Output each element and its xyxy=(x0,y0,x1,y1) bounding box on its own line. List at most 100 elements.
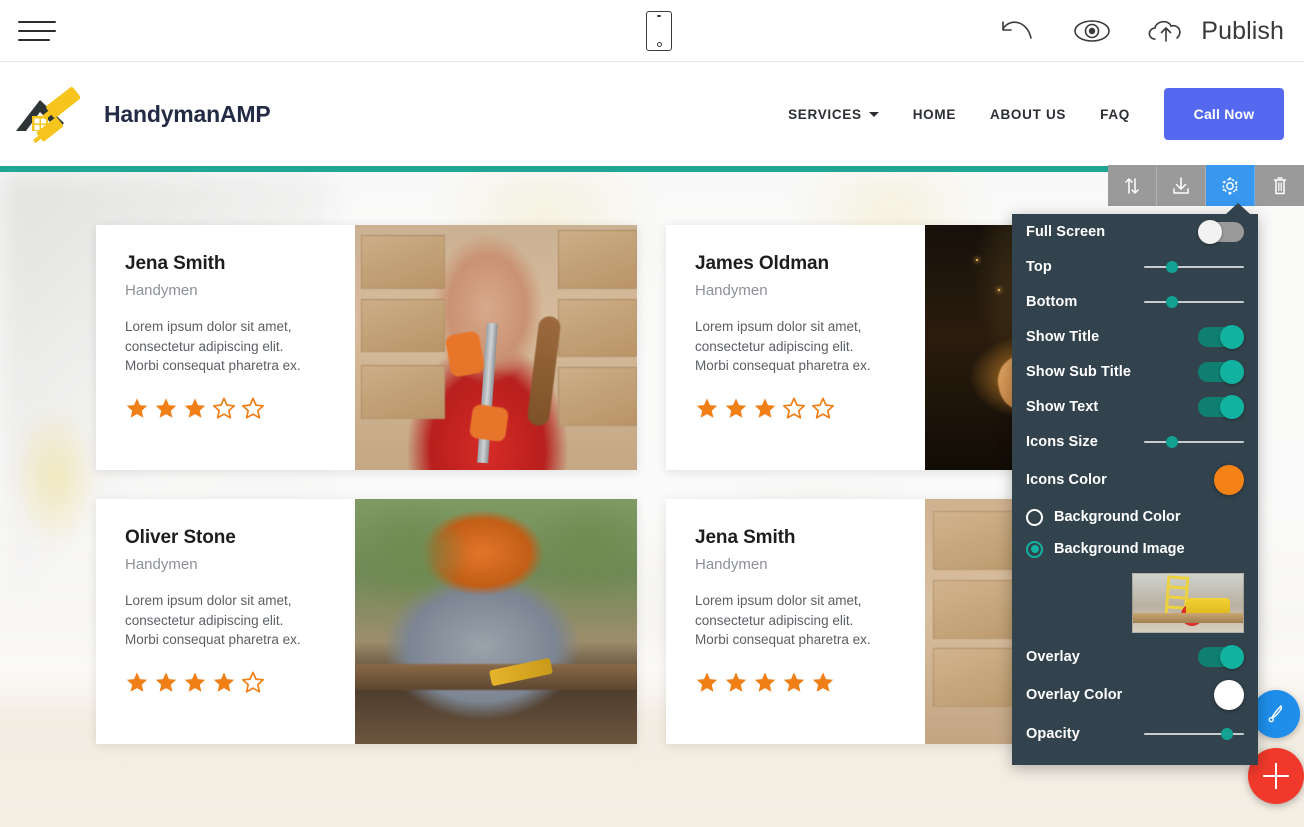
nav-item-services[interactable]: SERVICES xyxy=(788,107,879,122)
cloud-upload-icon xyxy=(1148,20,1181,42)
star-filled-icon xyxy=(725,397,747,418)
house-paint-roller-logo-icon xyxy=(10,83,92,145)
undo-arrow-icon xyxy=(1002,21,1033,39)
preview-button[interactable] xyxy=(1069,16,1115,46)
undo-button[interactable] xyxy=(995,16,1041,46)
setting-row-overlay-color: Overlay Color xyxy=(1026,674,1244,716)
setting-label: Show Text xyxy=(1026,398,1099,415)
card-subtitle: Handymen xyxy=(125,282,198,299)
publish-button[interactable]: Publish xyxy=(1143,15,1284,47)
setting-label: Show Title xyxy=(1026,328,1100,345)
opacity-slider[interactable] xyxy=(1144,725,1244,743)
option-label: Background Color xyxy=(1054,509,1181,525)
brand[interactable]: HandymanAMP xyxy=(10,83,271,145)
card-title: Oliver Stone xyxy=(125,527,236,548)
rating-stars[interactable] xyxy=(125,670,355,694)
star-filled-icon xyxy=(213,671,235,692)
icons-size-slider[interactable] xyxy=(1144,433,1244,451)
rating-stars[interactable] xyxy=(695,670,925,694)
delete-section-button[interactable] xyxy=(1255,165,1304,206)
table-row[interactable]: Jena Smith Handymen Lorem ipsum dolor si… xyxy=(96,225,637,470)
card-body: Oliver Stone Handymen Lorem ipsum dolor … xyxy=(96,499,355,744)
card-text: Lorem ipsum dolor sit amet, consectetur … xyxy=(695,593,871,647)
background-image-thumbnail[interactable] xyxy=(1132,573,1244,633)
design-button[interactable] xyxy=(1252,690,1300,738)
nav-item-faq[interactable]: FAQ xyxy=(1100,107,1130,122)
card-text: Lorem ipsum dolor sit amet, consectetur … xyxy=(125,319,301,373)
rating-stars[interactable] xyxy=(125,396,355,420)
full-screen-toggle[interactable] xyxy=(1198,219,1244,244)
background-image-thumbnail-wrap xyxy=(1026,565,1244,639)
star-filled-icon xyxy=(126,671,148,692)
show-title-toggle[interactable] xyxy=(1198,324,1244,349)
setting-row-bottom: Bottom xyxy=(1026,284,1244,319)
up-down-arrows-icon xyxy=(1125,177,1139,194)
card-subtitle: Handymen xyxy=(125,556,198,573)
panel-pointer xyxy=(1226,203,1250,214)
top-slider[interactable] xyxy=(1144,258,1244,276)
background-image-option[interactable]: Background Image xyxy=(1026,533,1244,565)
background-color-option[interactable]: Background Color xyxy=(1026,501,1244,533)
move-section-button[interactable] xyxy=(1108,165,1157,206)
star-filled-icon xyxy=(725,671,747,692)
trash-icon xyxy=(1273,176,1286,194)
mobile-device-icon[interactable] xyxy=(646,11,672,51)
show-text-toggle[interactable] xyxy=(1198,394,1244,419)
nav-item-about-us[interactable]: ABOUT US xyxy=(990,107,1066,122)
card-subtitle: Handymen xyxy=(695,282,768,299)
card-body: Jena Smith Handymen Lorem ipsum dolor si… xyxy=(96,225,355,470)
nav-label: SERVICES xyxy=(788,106,862,122)
section-settings-button[interactable] xyxy=(1206,165,1255,206)
chevron-down-icon xyxy=(868,111,879,117)
star-filled-icon xyxy=(126,397,148,418)
option-label: Background Image xyxy=(1054,541,1185,557)
radio-unselected-icon xyxy=(1026,508,1043,526)
radio-selected-icon xyxy=(1026,540,1043,558)
star-outline-icon xyxy=(241,397,265,419)
star-filled-icon xyxy=(155,671,177,692)
save-section-button[interactable] xyxy=(1157,165,1206,206)
setting-row-full-screen: Full Screen xyxy=(1026,214,1244,249)
setting-row-icons-color: Icons Color xyxy=(1026,459,1244,501)
icons-color-swatch[interactable] xyxy=(1214,465,1244,495)
setting-row-icons-size: Icons Size xyxy=(1026,424,1244,459)
bottom-slider[interactable] xyxy=(1144,293,1244,311)
setting-label: Overlay Color xyxy=(1026,687,1123,703)
star-filled-icon xyxy=(754,397,776,418)
setting-label: Top xyxy=(1026,258,1052,275)
publish-label: Publish xyxy=(1201,16,1284,45)
card-photo xyxy=(355,225,637,470)
table-row[interactable]: Oliver Stone Handymen Lorem ipsum dolor … xyxy=(96,499,637,744)
nav-item-home[interactable]: HOME xyxy=(913,107,956,122)
section-settings-panel: Full Screen Top Bottom Show Title Show S… xyxy=(1012,203,1258,765)
eye-preview-icon xyxy=(1074,20,1111,42)
card-photo xyxy=(355,499,637,744)
star-filled-icon xyxy=(696,397,718,418)
card-title: Jena Smith xyxy=(695,527,796,548)
card-title: Jena Smith xyxy=(125,253,226,274)
site-header: HandymanAMP SERVICES HOME ABOUT US FAQ C… xyxy=(0,62,1304,166)
hamburger-menu-icon[interactable] xyxy=(18,16,58,46)
brand-name: HandymanAMP xyxy=(104,100,271,127)
card-body: James Oldman Handymen Lorem ipsum dolor … xyxy=(666,225,925,470)
overlay-toggle[interactable] xyxy=(1198,644,1244,669)
call-now-button[interactable]: Call Now xyxy=(1164,88,1284,140)
setting-label: Bottom xyxy=(1026,293,1078,310)
setting-label: Icons Size xyxy=(1026,433,1098,450)
pen-brush-icon xyxy=(1268,705,1283,723)
show-sub-title-toggle[interactable] xyxy=(1198,359,1244,384)
star-outline-icon xyxy=(241,671,265,693)
card-text: Lorem ipsum dolor sit amet, consectetur … xyxy=(125,593,301,647)
setting-row-show-text: Show Text xyxy=(1026,389,1244,424)
rating-stars[interactable] xyxy=(695,396,925,420)
setting-row-show-title: Show Title xyxy=(1026,319,1244,354)
star-filled-icon xyxy=(696,671,718,692)
card-text: Lorem ipsum dolor sit amet, consectetur … xyxy=(695,319,871,373)
overlay-color-swatch[interactable] xyxy=(1214,680,1244,710)
star-filled-icon xyxy=(754,671,776,692)
setting-label: Overlay xyxy=(1026,648,1080,665)
setting-label: Full Screen xyxy=(1026,223,1106,240)
card-body: Jena Smith Handymen Lorem ipsum dolor si… xyxy=(666,499,925,744)
gear-icon xyxy=(1222,176,1238,195)
card-subtitle: Handymen xyxy=(695,556,768,573)
